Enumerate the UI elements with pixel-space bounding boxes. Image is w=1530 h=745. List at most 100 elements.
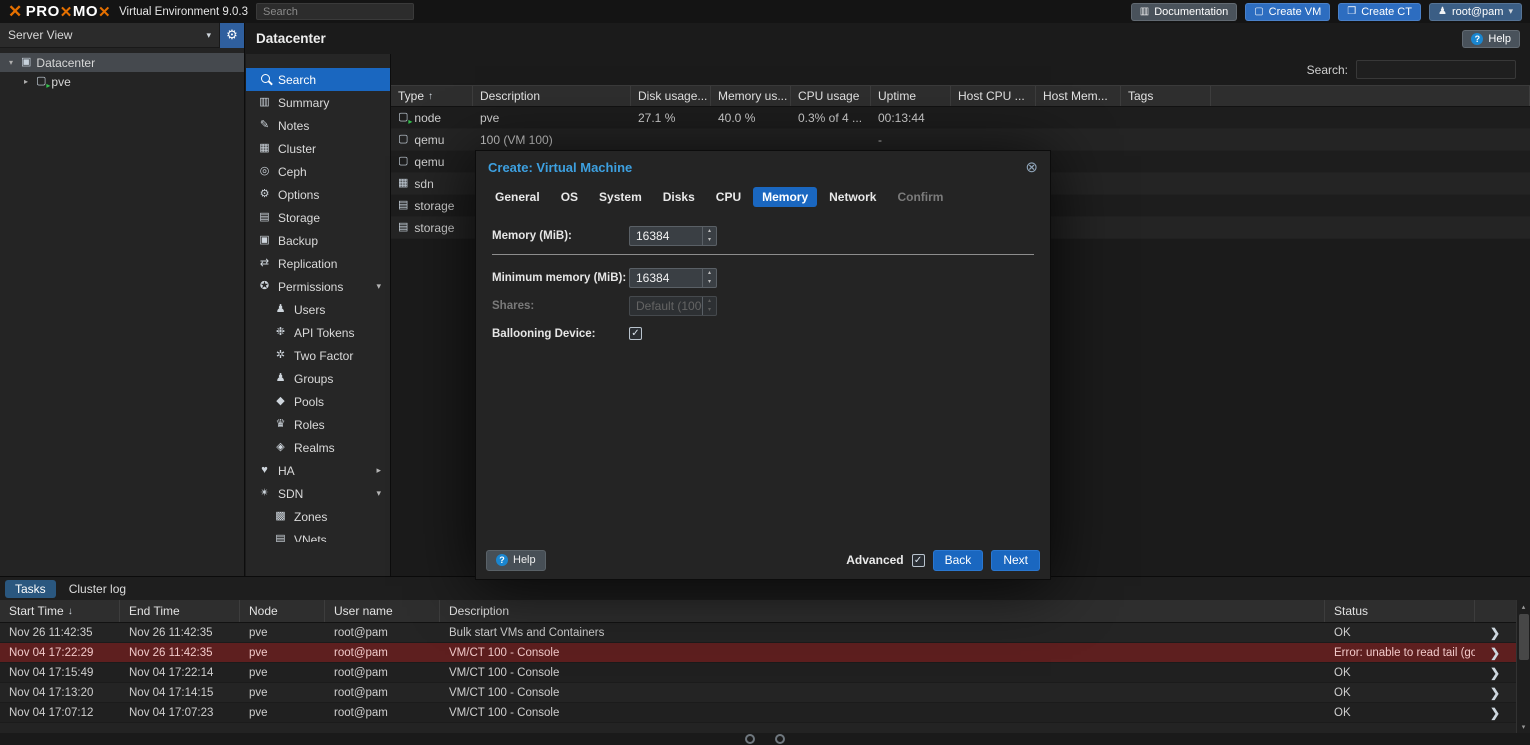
nav-item-pools[interactable]: ◆ Pools xyxy=(246,390,390,413)
tab-memory[interactable]: Memory xyxy=(753,187,817,207)
global-search-input[interactable] xyxy=(256,3,414,20)
scroll-up-icon[interactable]: ▴ xyxy=(1522,600,1526,613)
nav-item-replication[interactable]: ⇄ Replication xyxy=(246,252,390,275)
nav-item-search[interactable]: Search xyxy=(246,68,390,91)
column-header-uptime[interactable]: Uptime xyxy=(871,86,951,106)
task-row[interactable]: Nov 04 17:15:49 Nov 04 17:22:14 pve root… xyxy=(0,663,1530,683)
chevron-right-icon[interactable]: ❯ xyxy=(1475,666,1515,680)
dialog-help-button[interactable]: ? Help xyxy=(486,550,546,571)
task-row[interactable]: Nov 04 17:07:12 Nov 04 17:07:23 pve root… xyxy=(0,703,1530,723)
tab-system[interactable]: System xyxy=(590,187,651,207)
column-header-tags[interactable]: Tags xyxy=(1121,86,1211,106)
create-vm-label: Create VM xyxy=(1269,6,1322,18)
tree-item-datacenter[interactable]: ▾ ▣ Datacenter xyxy=(0,53,244,72)
back-button[interactable]: Back xyxy=(933,550,984,571)
column-header-description[interactable]: Description xyxy=(440,600,1325,622)
nav-item-vnets[interactable]: ▤ VNets xyxy=(246,528,390,542)
nav-item-storage[interactable]: ▤ Storage xyxy=(246,206,390,229)
spin-up-icon[interactable]: ▴ xyxy=(703,269,716,278)
chevron-right-icon[interactable]: ❯ xyxy=(1475,706,1515,720)
nav-item-zones[interactable]: ▩ Zones xyxy=(246,505,390,528)
column-header-node[interactable]: Node xyxy=(240,600,325,622)
tab-cluster-log[interactable]: Cluster log xyxy=(59,580,136,598)
tasks-scrollbar[interactable]: ▴ ▾ xyxy=(1516,600,1530,733)
column-header-host-cpu[interactable]: Host CPU ... xyxy=(951,86,1036,106)
task-row[interactable]: Nov 04 17:13:20 Nov 04 17:14:15 pve root… xyxy=(0,683,1530,703)
advanced-checkbox[interactable]: ✓ xyxy=(912,554,925,567)
search-label: Search: xyxy=(1307,63,1348,77)
content-search-input[interactable] xyxy=(1356,60,1516,79)
tree-item-pve[interactable]: ▸ ▢ ▸ pve xyxy=(0,72,244,91)
column-header-type[interactable]: Type ↑ xyxy=(391,86,473,106)
chevron-right-icon[interactable]: ❯ xyxy=(1475,626,1515,640)
chevron-right-icon[interactable]: ❯ xyxy=(1475,646,1515,660)
nav-item-api-tokens[interactable]: ❉ API Tokens xyxy=(246,321,390,344)
spin-up-icon[interactable]: ▴ xyxy=(703,227,716,236)
column-header-description[interactable]: Description xyxy=(473,86,631,106)
column-header-user-name[interactable]: User name xyxy=(325,600,440,622)
tab-general[interactable]: General xyxy=(486,187,549,207)
task-row-error[interactable]: Nov 04 17:22:29 Nov 26 11:42:35 pve root… xyxy=(0,643,1530,663)
nav-item-realms[interactable]: ◈ Realms xyxy=(246,436,390,459)
min-memory-stepper[interactable]: ▴ ▾ xyxy=(629,268,717,288)
chevron-down-icon[interactable]: ▾ xyxy=(376,281,381,292)
nav-item-ceph[interactable]: ◎ Ceph xyxy=(246,160,390,183)
nav-item-sdn[interactable]: ✴ SDN ▾ xyxy=(246,482,390,505)
chevron-right-icon[interactable]: ▸ xyxy=(376,465,381,476)
column-header-disk-usage[interactable]: Disk usage... xyxy=(631,86,711,106)
close-icon[interactable]: ⊗ xyxy=(1025,160,1038,175)
nav-item-backup[interactable]: ▣ Backup xyxy=(246,229,390,252)
documentation-button[interactable]: ▥ Documentation xyxy=(1131,3,1237,21)
user-menu-button[interactable]: ♟ root@pam ▾ xyxy=(1429,3,1522,21)
column-header-memory-usage[interactable]: Memory us... xyxy=(711,86,791,106)
min-memory-input[interactable] xyxy=(630,269,702,287)
create-ct-button[interactable]: ❒ Create CT xyxy=(1338,3,1421,21)
table-row-vm-100[interactable]: ▢ qemu 100 (VM 100) - xyxy=(391,129,1530,151)
tab-tasks[interactable]: Tasks xyxy=(5,580,56,598)
help-button[interactable]: ? Help xyxy=(1462,30,1520,48)
datacenter-icon: ▣ xyxy=(21,57,31,68)
nav-item-groups[interactable]: ♟ Groups xyxy=(246,367,390,390)
nav-item-permissions[interactable]: ✪ Permissions ▾ xyxy=(246,275,390,298)
nav-item-summary[interactable]: ▥ Summary xyxy=(246,91,390,114)
expander-icon[interactable]: ▾ xyxy=(6,58,16,67)
nav-item-ha[interactable]: ♥ HA ▸ xyxy=(246,459,390,482)
chevron-down-icon[interactable]: ▾ xyxy=(376,488,381,499)
nav-item-roles[interactable]: ♛ Roles xyxy=(246,413,390,436)
realms-icon: ◈ xyxy=(274,442,287,453)
spin-down-icon[interactable]: ▾ xyxy=(703,236,716,245)
table-row-node-pve[interactable]: ▢ ▸ node pve 27.1 % 40.0 % 0.3% of 4 ...… xyxy=(391,107,1530,129)
check-icon: ✓ xyxy=(631,328,639,339)
dialog-header[interactable]: Create: Virtual Machine ⊗ xyxy=(476,151,1050,183)
scrollbar-thumb[interactable] xyxy=(1519,614,1529,660)
nav-item-label: Two Factor xyxy=(294,349,353,363)
view-selector[interactable]: Server View ▾ xyxy=(0,23,219,47)
create-vm-button[interactable]: ▢ Create VM xyxy=(1245,3,1330,21)
column-header-fill xyxy=(1211,86,1530,106)
column-header-host-mem[interactable]: Host Mem... xyxy=(1036,86,1121,106)
ballooning-checkbox[interactable]: ✓ xyxy=(629,327,642,340)
nav-item-users[interactable]: ♟ Users xyxy=(246,298,390,321)
column-header-cpu-usage[interactable]: CPU usage xyxy=(791,86,871,106)
column-header-status[interactable]: Status xyxy=(1325,600,1475,622)
memory-input[interactable] xyxy=(630,227,702,245)
column-header-end-time[interactable]: End Time xyxy=(120,600,240,622)
column-header-start-time[interactable]: Start Time ↓ xyxy=(0,600,120,622)
nav-item-options[interactable]: ⚙ Options xyxy=(246,183,390,206)
nav-item-notes[interactable]: ✎ Notes xyxy=(246,114,390,137)
expander-icon[interactable]: ▸ xyxy=(21,77,31,86)
scroll-down-icon[interactable]: ▾ xyxy=(1522,720,1526,733)
nav-item-cluster[interactable]: ▦ Cluster xyxy=(246,137,390,160)
memory-stepper[interactable]: ▴ ▾ xyxy=(629,226,717,246)
tree-settings-button[interactable]: ⚙ xyxy=(219,23,244,48)
chevron-right-icon[interactable]: ❯ xyxy=(1475,686,1515,700)
tab-network[interactable]: Network xyxy=(820,187,885,207)
task-row[interactable]: Nov 26 11:42:35 Nov 26 11:42:35 pve root… xyxy=(0,623,1530,643)
tab-os[interactable]: OS xyxy=(552,187,587,207)
user-label: root@pam xyxy=(1452,6,1504,18)
next-button[interactable]: Next xyxy=(991,550,1040,571)
tab-disks[interactable]: Disks xyxy=(654,187,704,207)
nav-item-two-factor[interactable]: ✲ Two Factor xyxy=(246,344,390,367)
spin-down-icon[interactable]: ▾ xyxy=(703,278,716,287)
tab-cpu[interactable]: CPU xyxy=(707,187,750,207)
